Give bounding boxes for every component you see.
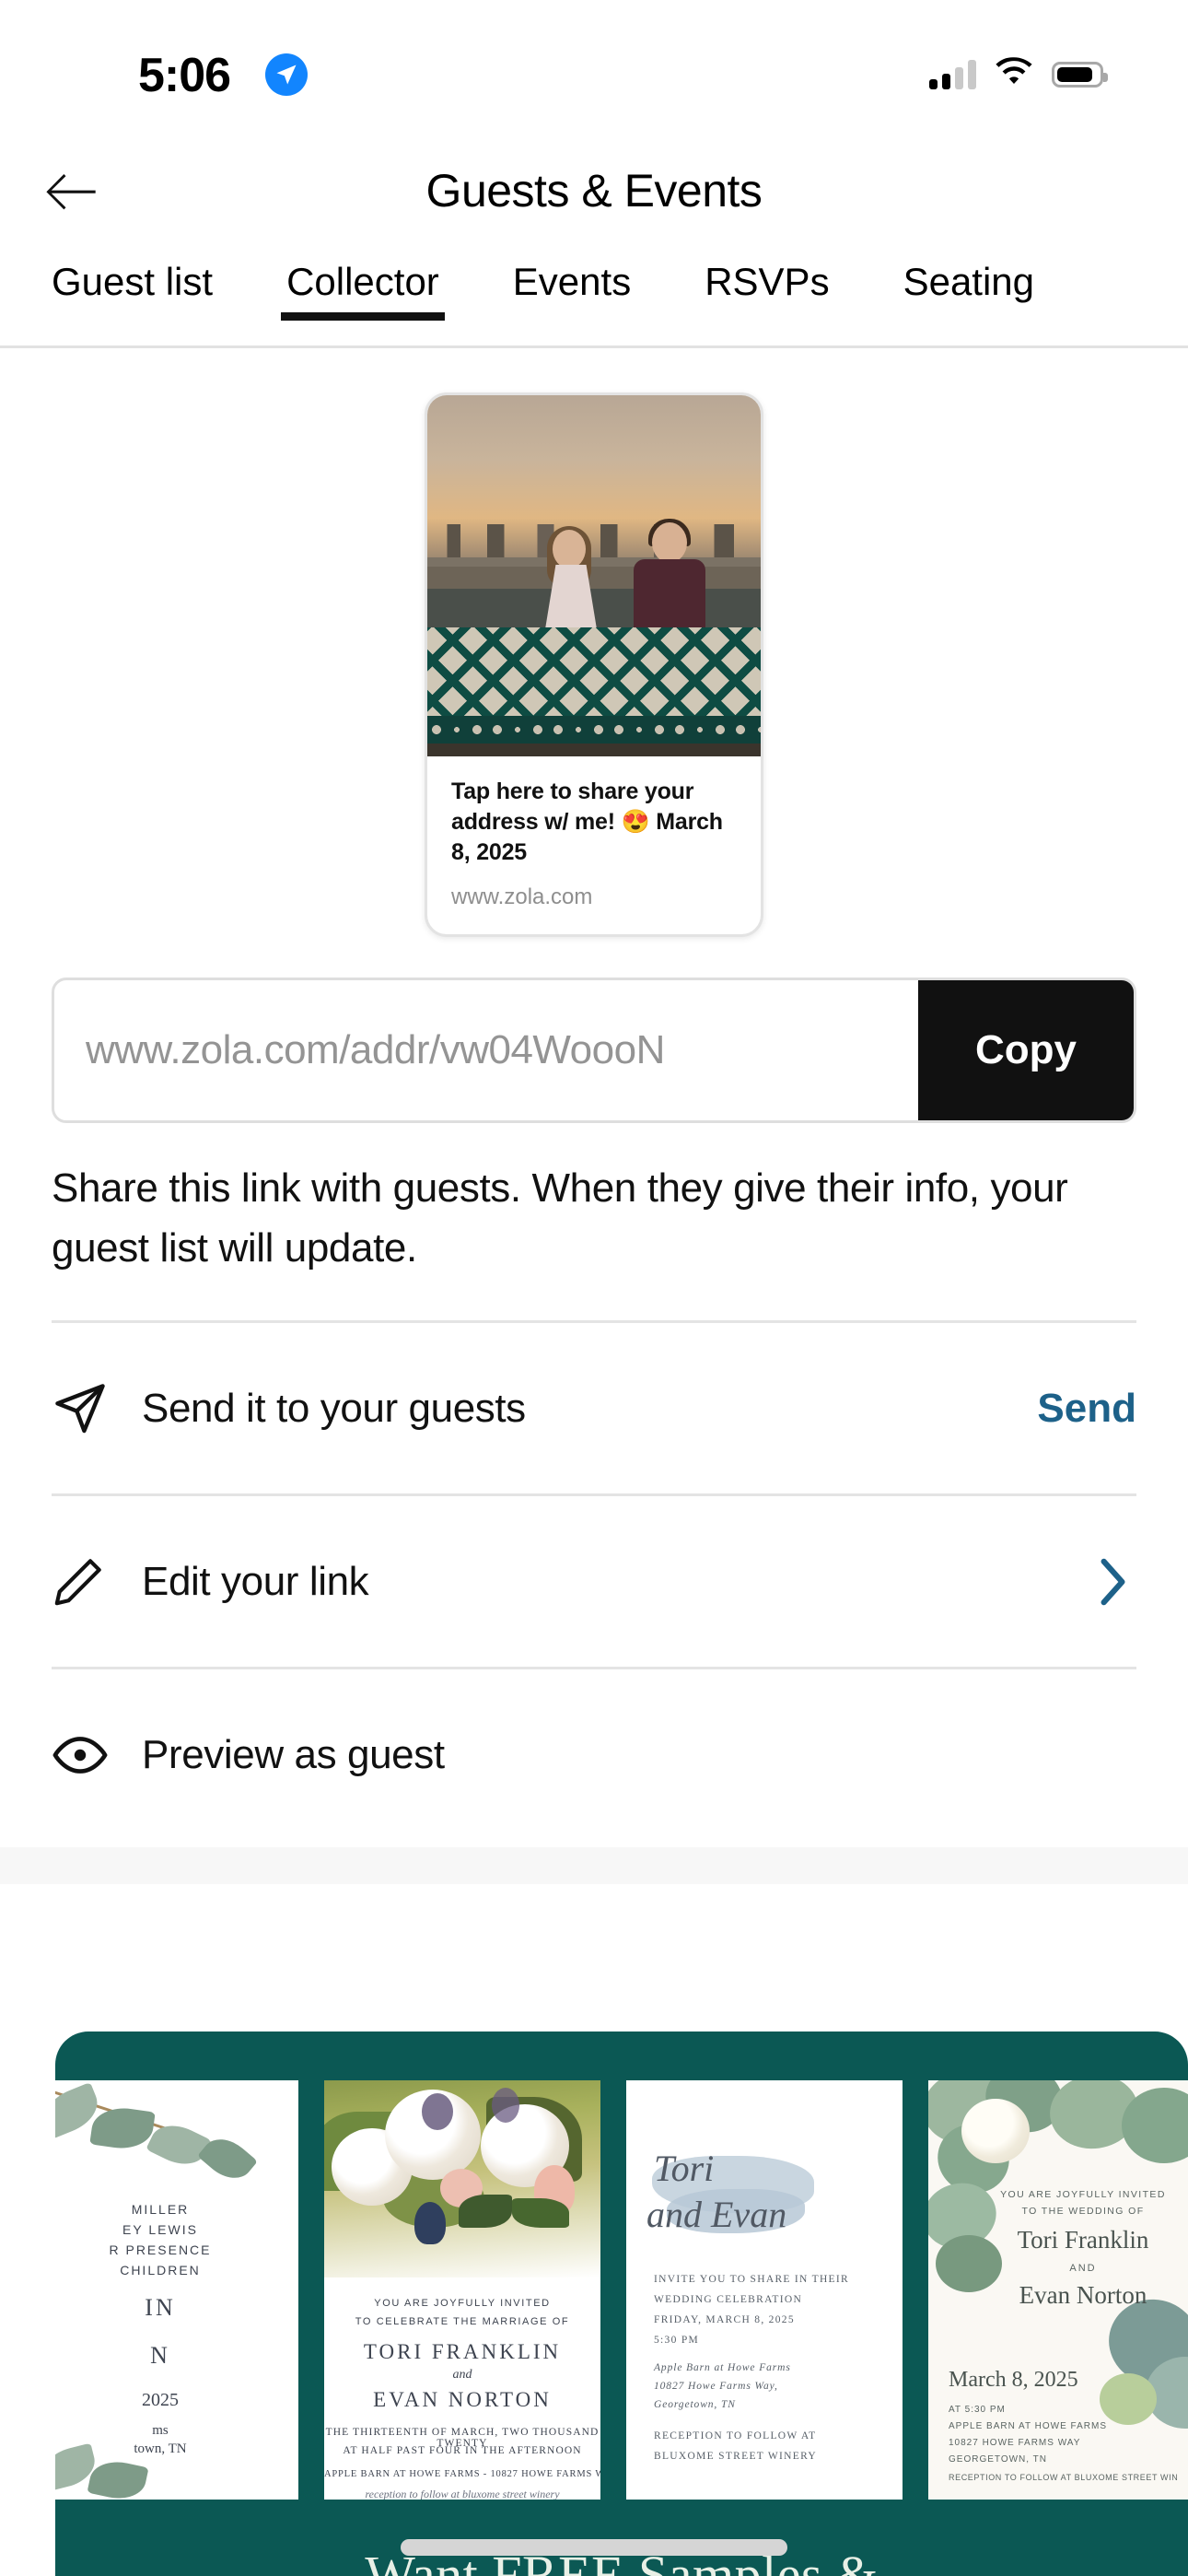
link-preview-card[interactable]: Tap here to share your address w/ me! 😍 … (425, 392, 763, 937)
invitation-line: RECEPTION TO FOLLOW AT BLUXOME STREET WI… (949, 2473, 1179, 2482)
action-label: Edit your link (142, 1558, 369, 1604)
link-preview-title: Tap here to share your address w/ me! 😍 … (451, 779, 723, 865)
share-link-description: Share this link with guests. When they g… (52, 1165, 1068, 1271)
invitation-line: N (150, 2342, 170, 2369)
invitation-card-white-roses[interactable]: YOU ARE JOYFULLY INVITED TO CELEBRATE TH… (324, 2080, 600, 2500)
tab-seating[interactable]: Seating (903, 249, 1034, 304)
invitation-line: March 8, 2025 (949, 2368, 1078, 2392)
send-link-button[interactable]: Send (1037, 1386, 1136, 1432)
invitation-line: reception to follow at bluxome street wi… (365, 2488, 560, 2500)
page-title: Guests & Events (425, 165, 763, 217)
invitation-line: WEDDING CELEBRATION (654, 2294, 803, 2305)
battery-icon (1052, 61, 1108, 88)
link-preview-section: Tap here to share your address w/ me! 😍 … (0, 348, 1188, 937)
link-preview-domain: www.zola.com (451, 884, 593, 909)
invitation-line: R PRESENCE (109, 2242, 212, 2257)
status-time: 5:06 (138, 49, 231, 102)
cellular-signal-icon (929, 59, 976, 89)
invitation-line: TO THE WEDDING OF (1021, 2206, 1145, 2217)
action-row-preview-as-guest[interactable]: Preview as guest (52, 1667, 1136, 1840)
action-label: Send it to your guests (142, 1385, 526, 1431)
invitation-line: Evan Norton (1019, 2281, 1147, 2309)
invitation-line: FRIDAY, MARCH 8, 2025 (654, 2314, 795, 2325)
home-indicator (401, 2539, 787, 2556)
action-list: Send it to your guests Send Edit your li… (0, 1320, 1188, 1840)
invitation-line: AND (1069, 2263, 1097, 2274)
invitation-line: TORI FRANKLIN (363, 2340, 562, 2363)
eye-icon (52, 1727, 142, 1784)
invitation-line: BLUXOME STREET WINERY (654, 2451, 818, 2462)
navigation-bar: Guests & Events (0, 138, 1188, 249)
location-arrow-icon (265, 53, 308, 96)
invitation-line: 10827 HOWE FARMS WAY (949, 2438, 1081, 2448)
chevron-right-icon[interactable] (1096, 1558, 1136, 1606)
invitation-line: AT 5:30 PM (949, 2405, 1006, 2415)
tab-events[interactable]: Events (513, 249, 631, 304)
share-link-row: www.zola.com/addr/vw04WoooN Copy (52, 978, 1136, 1123)
invitation-line: TO CELEBRATE THE MARRIAGE OF (355, 2316, 570, 2327)
status-bar: 5:06 (0, 0, 1188, 138)
tab-collector[interactable]: Collector (281, 249, 445, 321)
invitation-line: INVITE YOU TO SHARE IN THEIR (654, 2274, 849, 2285)
invitation-line: and (452, 2368, 472, 2382)
tab-rsvps[interactable]: RSVPs (705, 249, 829, 304)
invitation-line: YOU ARE JOYFULLY INVITED (1000, 2189, 1166, 2200)
invitation-line: MILLER (131, 2202, 190, 2217)
action-label: Preview as guest (142, 1731, 445, 1777)
promo-banner[interactable]: MILLER EY LEWIS R PRESENCE CHILDREN IN N… (55, 2032, 1188, 2576)
invitation-line: RECEPTION TO FOLLOW AT (654, 2430, 817, 2441)
floral-artwork (324, 2080, 600, 2277)
invitation-line: Georgetown, TN (654, 2399, 736, 2410)
invitation-line: 2025 (142, 2390, 179, 2410)
invitation-card-eucalyptus[interactable]: MILLER EY LEWIS R PRESENCE CHILDREN IN N… (55, 2080, 298, 2500)
invitation-carousel[interactable]: MILLER EY LEWIS R PRESENCE CHILDREN IN N… (55, 2080, 1188, 2500)
invitation-card-greenery-arch[interactable]: YOU ARE JOYFULLY INVITED TO THE WEDDING … (928, 2080, 1188, 2500)
invitation-line: GEORGETOWN, TN (949, 2454, 1047, 2465)
share-link-input[interactable]: www.zola.com/addr/vw04WoooN (54, 980, 918, 1120)
invitation-line: APPLE BARN AT HOWE FARMS - 10827 HOWE FA… (324, 2469, 600, 2479)
invitation-line: 10827 Howe Farms Way, (654, 2381, 778, 2392)
section-divider-band (0, 1847, 1188, 1885)
tab-guest-list[interactable]: Guest list (52, 249, 213, 304)
invitation-line: CHILDREN (120, 2263, 201, 2277)
invitation-line: EVAN NORTON (373, 2388, 552, 2411)
invitation-line: APPLE BARN AT HOWE FARMS (949, 2421, 1107, 2431)
paper-plane-icon (52, 1380, 142, 1437)
action-row-send-to-guests[interactable]: Send it to your guests Send (52, 1320, 1136, 1493)
script-name-line-2: and Evan (646, 2194, 787, 2235)
invitation-line: YOU ARE JOYFULLY INVITED (374, 2298, 551, 2309)
copy-button[interactable]: Copy (918, 980, 1134, 1120)
invitation-line: 5:30 PM (654, 2335, 700, 2346)
invitation-line: EY LEWIS (122, 2222, 198, 2237)
invitation-line: Apple Barn at Howe Farms (654, 2362, 791, 2373)
invitation-card-watercolor-script[interactable]: Tori and Evan INVITE YOU TO SHARE IN THE… (626, 2080, 903, 2500)
script-name-line-1: Tori (654, 2148, 715, 2189)
invitation-line: ms (152, 2423, 169, 2438)
tab-bar[interactable]: Guest list Collector Events RSVPs Seatin… (0, 249, 1188, 348)
invitation-line: AT HALF PAST FOUR IN THE AFTERNOON (343, 2445, 582, 2456)
couple-photo (427, 395, 761, 756)
status-indicators (929, 57, 1108, 91)
invitation-line: IN (145, 2294, 176, 2321)
invitation-line: Tori Franklin (1017, 2226, 1149, 2254)
pencil-icon (52, 1555, 142, 1609)
wifi-icon (995, 57, 1033, 91)
action-row-edit-link[interactable]: Edit your link (52, 1493, 1136, 1667)
